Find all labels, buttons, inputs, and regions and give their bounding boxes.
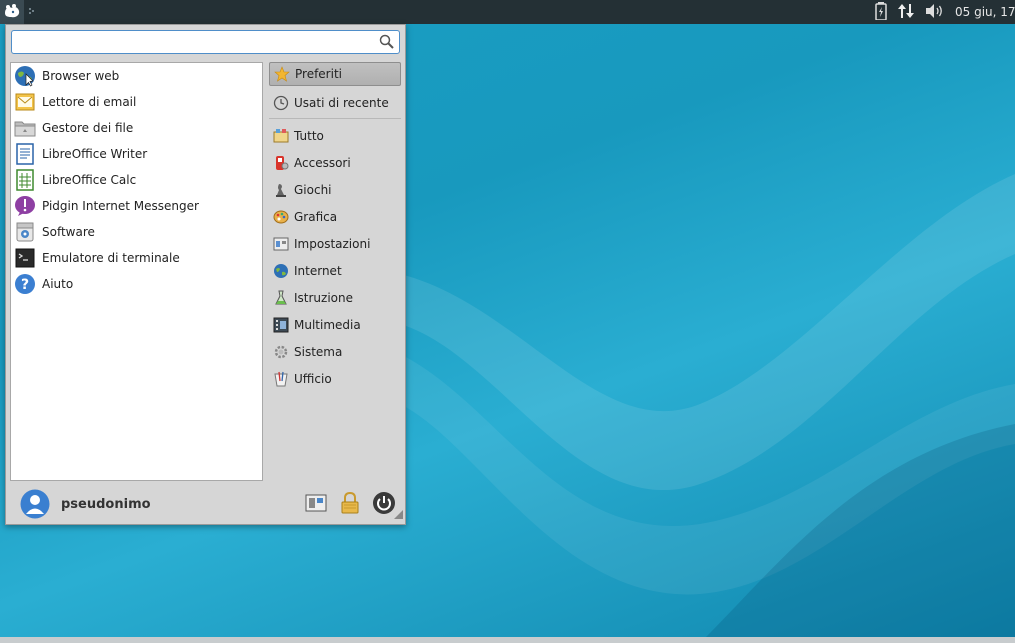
user-avatar [20,489,50,519]
xfce-mouse-icon [3,3,21,22]
category-label: Multimedia [294,317,361,332]
category-label: Istruzione [294,290,353,305]
bottom-edge-bar [0,637,1015,643]
favorite-label: Software [42,225,95,239]
category-graphics[interactable]: Grafica [269,203,401,230]
favorite-label: Emulatore di terminale [42,251,180,265]
favorite-pidgin[interactable]: Pidgin Internet Messenger [11,193,262,219]
whisker-menu-button[interactable] [0,0,24,24]
category-label: Internet [294,263,342,278]
graphics-icon [273,209,289,225]
education-icon [273,290,289,306]
search-box [11,30,400,54]
document-icon [14,143,36,165]
category-internet[interactable]: Internet [269,257,401,284]
games-icon [273,182,289,198]
category-label: Impostazioni [294,236,371,251]
favorite-browser-web[interactable]: Browser web [11,63,262,89]
terminal-icon [14,247,36,269]
lock-icon [340,491,360,517]
spreadsheet-icon [14,169,36,191]
battery-icon[interactable] [875,1,887,23]
all-apps-icon [273,128,289,144]
category-all[interactable]: Tutto [269,122,401,149]
favorite-email-reader[interactable]: Lettore di email [11,89,262,115]
favorites-list: Browser web Lettore di email Gestore dei… [10,62,263,481]
favorite-label: Aiuto [42,277,74,291]
panel-handle[interactable] [28,5,36,19]
menu-footer: pseudonimo [6,485,405,523]
category-office[interactable]: Ufficio [269,365,401,392]
category-recent[interactable]: Usati di recente [269,89,401,116]
svg-text:?: ? [21,277,29,293]
settings-icon [273,236,289,252]
whisker-menu: Browser web Lettore di email Gestore dei… [5,24,406,525]
network-icon[interactable] [897,2,915,23]
settings-manager-icon [305,493,327,516]
username: pseudonimo [61,496,151,512]
favorite-label: Pidgin Internet Messenger [42,199,199,213]
power-icon [372,491,396,518]
favorite-label: Gestore dei file [42,121,134,135]
favorite-label: LibreOffice Writer [42,147,148,161]
settings-manager-button[interactable] [303,491,329,517]
favorite-label: Browser web [42,69,120,83]
volume-icon[interactable] [925,3,945,22]
internet-icon [273,263,289,279]
favorite-terminal[interactable]: Emulatore di terminale [11,245,262,271]
star-icon [274,66,290,82]
favorite-file-manager[interactable]: Gestore dei file [11,115,262,141]
resize-grip-icon[interactable] [394,508,403,522]
category-label: Tutto [294,128,324,143]
category-multimedia[interactable]: Multimedia [269,311,401,338]
category-label: Giochi [294,182,332,197]
favorite-libreoffice-calc[interactable]: LibreOffice Calc [11,167,262,193]
folder-icon [14,117,36,139]
software-box-icon [14,221,36,243]
category-education[interactable]: Istruzione [269,284,401,311]
top-panel: 05 giu, 17:2 [0,0,1015,24]
globe-icon [14,65,36,87]
category-favorites[interactable]: Preferiti [269,62,401,86]
help-icon: ? [14,273,36,295]
category-label: Usati di recente [294,95,389,110]
category-games[interactable]: Giochi [269,176,401,203]
search-icon[interactable] [379,34,394,52]
favorite-libreoffice-writer[interactable]: LibreOffice Writer [11,141,262,167]
clock-icon [273,95,289,111]
panel-clock[interactable]: 05 giu, 17:2 [955,5,1015,19]
category-label: Sistema [294,344,343,359]
category-label: Preferiti [295,67,342,81]
favorite-label: LibreOffice Calc [42,173,137,187]
category-label: Ufficio [294,371,332,386]
category-accessories[interactable]: Accessori [269,149,401,176]
system-icon [273,344,289,360]
multimedia-icon [273,317,289,333]
favorite-label: Lettore di email [42,95,137,109]
category-system[interactable]: Sistema [269,338,401,365]
chat-bubble-icon [14,195,36,217]
search-input[interactable] [16,31,370,53]
office-icon [273,371,289,387]
category-label: Accessori [294,155,351,170]
lock-screen-button[interactable] [337,491,363,517]
categories-list: Preferiti Usati di recente Tutto Accesso… [269,62,401,392]
envelope-icon [14,91,36,113]
category-label: Grafica [294,209,338,224]
favorite-help[interactable]: ? Aiuto [11,271,262,297]
accessories-icon [273,155,289,171]
category-separator [269,118,401,119]
category-settings[interactable]: Impostazioni [269,230,401,257]
favorite-software[interactable]: Software [11,219,262,245]
